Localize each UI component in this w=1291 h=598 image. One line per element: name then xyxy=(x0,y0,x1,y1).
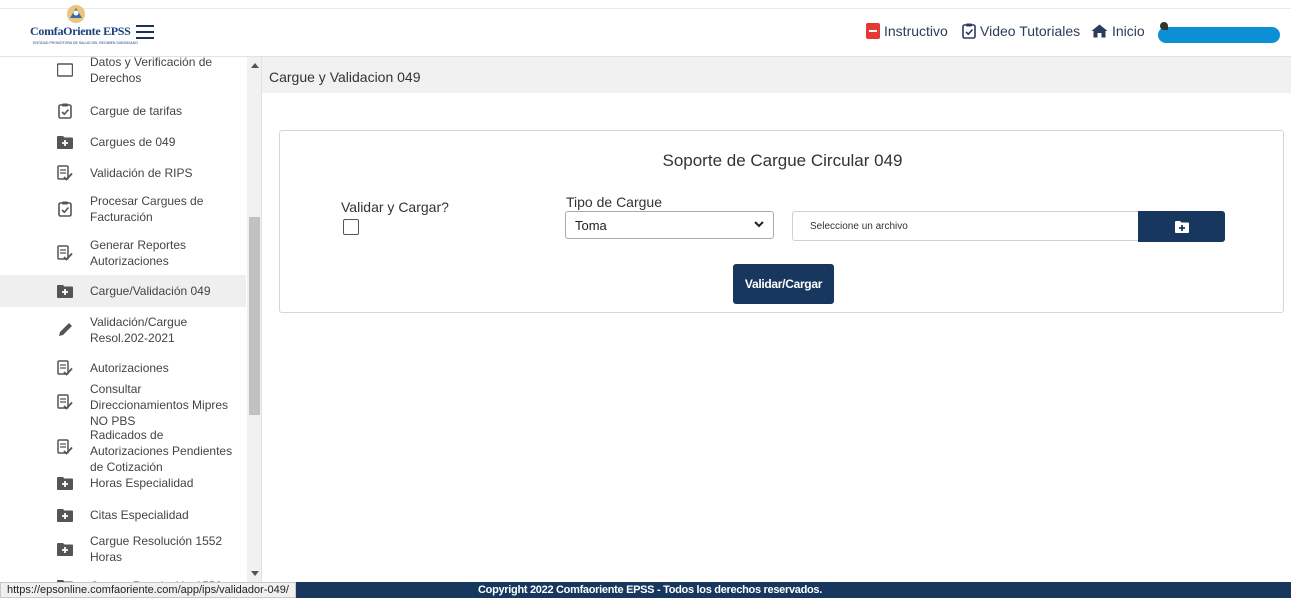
sidebar-item[interactable]: Validación de RIPS xyxy=(0,157,246,189)
user-profile-badge[interactable] xyxy=(1158,22,1280,43)
sidebar-item-label: Validación/Cargue Resol.202-2021 xyxy=(90,315,188,345)
sidebar-item-label: Generar Reportes Autorizaciones xyxy=(90,238,187,268)
sidebar-item-label: Cargues de 049 xyxy=(90,135,176,149)
folder-plus-icon xyxy=(57,283,73,299)
nav-instructivo[interactable]: Instructivo xyxy=(866,23,948,39)
page-title: Cargue y Validacion 049 xyxy=(262,57,1291,93)
sidebar-item[interactable]: Horas Especialidad xyxy=(0,467,246,499)
sidebar-item-label: Validación de RIPS xyxy=(90,166,193,180)
status-bar-url: https://epsonline.comfaoriente.com/app/i… xyxy=(0,582,296,598)
logo-subtext: ENTIDAD PROMOTORA DE SALUD DEL REGIMEN S… xyxy=(33,41,139,45)
sidebar-item[interactable]: Consultar Direccionamientos Mipres NO PB… xyxy=(0,381,246,428)
menu-toggle-icon[interactable] xyxy=(136,25,154,39)
checklist-icon xyxy=(57,165,73,181)
sidebar-item-label: Cargue de tarifas xyxy=(90,104,183,118)
folder-plus-icon xyxy=(57,541,73,557)
folder-plus-icon xyxy=(57,507,73,523)
card-title: Soporte de Cargue Circular 049 xyxy=(662,151,903,170)
home-icon xyxy=(1091,24,1108,38)
sidebar-item[interactable]: Procesar Cargues de Facturación xyxy=(0,189,246,229)
main-content: Cargue y Validacion 049 Soporte de Cargu… xyxy=(262,57,1291,582)
file-input[interactable]: Seleccione un archivo xyxy=(792,211,1139,241)
upload-card: Soporte de Cargue Circular 049 Validar y… xyxy=(279,130,1284,313)
validate-label: Validar y Cargar? xyxy=(341,199,449,215)
validar-cargar-button[interactable]: Validar/Cargar xyxy=(733,264,834,304)
sidebar-item[interactable]: Radicados de Autorizaciones Pendientes d… xyxy=(0,427,246,474)
sidebar-item-label: Citas Especialidad xyxy=(90,508,189,522)
sidebar-item-label: Procesar Cargues de Facturación xyxy=(90,194,204,224)
sidebar-item[interactable]: Generar Reportes Autorizaciones xyxy=(0,233,246,273)
tipo-cargue-select[interactable]: Toma xyxy=(565,211,774,239)
checklist-icon xyxy=(57,245,73,261)
sidebar-item-label: Datos y Verificación de Derechos xyxy=(90,57,213,85)
sidebar-scrollbar[interactable] xyxy=(247,57,261,582)
sidebar-item[interactable]: Datos y Verificación de Derechos xyxy=(0,57,246,87)
nav-video-tutoriales-label: Video Tutoriales xyxy=(980,23,1081,39)
pencil-icon xyxy=(57,322,73,338)
clipboard-check-icon xyxy=(57,103,73,119)
folder-plus-icon xyxy=(1174,220,1189,233)
logo-mark-icon xyxy=(67,5,85,23)
sidebar-item[interactable]: Validación/Cargue Resol.202-2021 xyxy=(0,307,246,353)
scrollbar-thumb[interactable] xyxy=(249,217,260,415)
sidebar: Datos y Verificación de Derechos Cargue d… xyxy=(0,57,262,582)
tipo-cargue-label: Tipo de Cargue xyxy=(566,194,662,210)
folder-icon xyxy=(57,62,73,78)
top-bar: ComfaOriente EPSS ENTIDAD PROMOTORA DE S… xyxy=(0,0,1291,57)
folder-plus-icon xyxy=(57,134,73,150)
logo[interactable]: ComfaOriente EPSS ENTIDAD PROMOTORA DE S… xyxy=(30,4,138,52)
copyright-text: Copyright 2022 Comfaoriente EPSS - Todos… xyxy=(478,584,823,596)
sidebar-item-label: Consultar Direccionamientos Mipres NO PB… xyxy=(90,382,229,428)
sidebar-item[interactable]: Cargue Resolución 1552 Horas xyxy=(0,529,246,569)
sidebar-item-label: Autorizaciones xyxy=(90,361,169,375)
sidebar-item-label: Cargue/Validación 049 xyxy=(90,284,211,298)
tipo-cargue-value: Toma xyxy=(575,218,607,233)
clipboard-check-icon xyxy=(57,201,73,217)
validate-checkbox[interactable] xyxy=(343,219,359,235)
sidebar-item[interactable]: Citas Especialidad xyxy=(0,499,246,531)
top-divider xyxy=(0,8,1291,9)
chevron-down-icon xyxy=(754,221,764,228)
logo-text: ComfaOriente EPSS xyxy=(30,24,131,38)
checklist-icon xyxy=(57,394,73,410)
sidebar-item[interactable]: Cargues de 049 xyxy=(0,127,246,157)
sidebar-item-label: Cargue Resolución 1552 Horas xyxy=(90,534,223,564)
checklist-icon xyxy=(57,439,73,455)
sidebar-item[interactable]: Cargue Resolución 1552 xyxy=(0,571,246,582)
sidebar-item[interactable]: Cargue de tarifas xyxy=(0,95,246,127)
nav-inicio-label: Inicio xyxy=(1112,23,1145,39)
browse-file-button[interactable] xyxy=(1138,211,1225,242)
folder-plus-icon xyxy=(57,475,73,491)
scroll-down-icon[interactable] xyxy=(251,571,259,576)
sidebar-item-label: Horas Especialidad xyxy=(90,476,194,490)
scroll-up-icon[interactable] xyxy=(251,63,259,68)
checklist-icon xyxy=(57,360,73,376)
nav-inicio[interactable]: Inicio xyxy=(1091,23,1145,39)
sidebar-item[interactable]: Cargue/Validación 049 xyxy=(0,275,246,307)
sidebar-item[interactable]: Autorizaciones xyxy=(0,355,246,381)
clipboard-check-icon xyxy=(962,23,976,39)
pdf-icon xyxy=(866,23,880,39)
nav-instructivo-label: Instructivo xyxy=(884,23,948,39)
nav-video-tutoriales[interactable]: Video Tutoriales xyxy=(962,23,1080,39)
